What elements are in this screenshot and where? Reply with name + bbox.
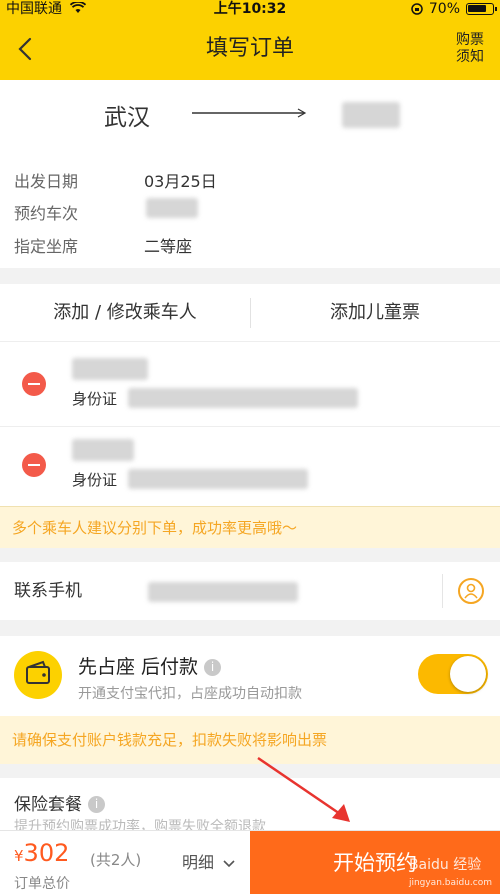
departure-date-label: 出发日期 (14, 172, 79, 191)
minus-circle-icon[interactable] (22, 372, 46, 396)
price-detail-button[interactable]: 明细 (182, 849, 235, 873)
insurance-title: 保险套餐 (14, 795, 82, 815)
route-card: 武汉 出发日期 03月25日 预约车次 指定坐席 二等座 (0, 80, 500, 268)
seat-class-label: 指定坐席 (14, 237, 79, 256)
contact-phone-label: 联系手机 (14, 581, 82, 601)
page-title: 填写订单 (205, 36, 294, 61)
notice-line-1: 购票 (456, 32, 484, 48)
lock-rotation-icon (411, 3, 423, 15)
battery-icon (466, 3, 497, 15)
multi-passenger-tip: 多个乘车人建议分别下单，成功率更高哦～ (0, 506, 500, 548)
wallet-icon (14, 651, 62, 699)
prepay-card: 先占座 后付款 i 开通支付宝代扣，占座成功自动扣款 (0, 636, 500, 716)
minus-circle-icon[interactable] (22, 453, 46, 477)
purchase-notice-button[interactable]: 购票 须知 (450, 32, 490, 66)
watermark-text: Baidu 经验 (408, 857, 482, 873)
passenger-row: 身份证 (0, 426, 500, 502)
annotation-arrow-icon (257, 756, 350, 822)
arrival-station-redacted (342, 102, 400, 128)
route-arrow-icon (192, 108, 307, 118)
status-right: 70% (411, 0, 497, 18)
seat-class-value: 二等座 (144, 237, 193, 256)
id-number-redacted (128, 388, 358, 408)
prepay-toggle[interactable] (418, 654, 488, 694)
passengers-card: 添加 / 修改乘车人 添加儿童票 身份证 身份证 多个乘车人建议分别下单，成功率… (0, 284, 500, 548)
watermark-url: jingyan.baidu.com (408, 878, 492, 888)
nav-bar: 填写订单 购票 须知 (0, 18, 500, 80)
departure-date-value: 03月25日 (144, 172, 217, 191)
order-total-label: 订单总价 (14, 876, 70, 892)
person-icon[interactable] (458, 578, 484, 604)
add-child-ticket-button[interactable]: 添加儿童票 (250, 284, 500, 342)
currency-symbol: ¥ (14, 847, 24, 865)
passenger-name-redacted (72, 358, 148, 380)
id-type-label: 身份证 (72, 390, 118, 408)
prepay-title-row: 先占座 后付款 i (78, 652, 222, 679)
train-number-label: 预约车次 (14, 204, 79, 223)
contact-card: 联系手机 (0, 562, 500, 620)
toggle-knob (450, 656, 486, 692)
phone-number-redacted[interactable] (148, 582, 298, 602)
tip-text: 多个乘车人建议分别下单，成功率更高哦～ (12, 519, 298, 537)
detail-label: 明细 (182, 853, 215, 872)
passenger-count: (共2人) (90, 851, 142, 869)
status-bar: 中国联通 上午10:32 70% (0, 0, 500, 18)
price-amount: 302 (23, 839, 70, 867)
notice-line-2: 须知 (456, 49, 484, 65)
id-type-label: 身份证 (72, 471, 118, 489)
insurance-title-row: 保险套餐 i (14, 790, 105, 815)
battery-percent: 70% (428, 1, 460, 17)
info-icon[interactable]: i (204, 659, 222, 676)
add-passenger-button[interactable]: 添加 / 修改乘车人 (0, 284, 250, 342)
chevron-down-icon (223, 860, 235, 868)
prepay-description: 开通支付宝代扣，占座成功自动扣款 (78, 686, 302, 702)
passenger-name-redacted (72, 439, 134, 461)
prepay-title: 先占座 后付款 (78, 656, 199, 678)
divider (442, 574, 443, 608)
info-icon[interactable]: i (88, 796, 105, 813)
passenger-actions: 添加 / 修改乘车人 添加儿童票 (0, 284, 500, 342)
order-price: ¥302 (14, 839, 69, 867)
train-number-redacted (146, 198, 198, 218)
passenger-row: 身份证 (0, 346, 500, 422)
id-number-redacted (128, 469, 308, 489)
departure-station: 武汉 (104, 105, 150, 131)
watermark: Baidu 经验 jingyan.baidu.com (409, 854, 492, 888)
